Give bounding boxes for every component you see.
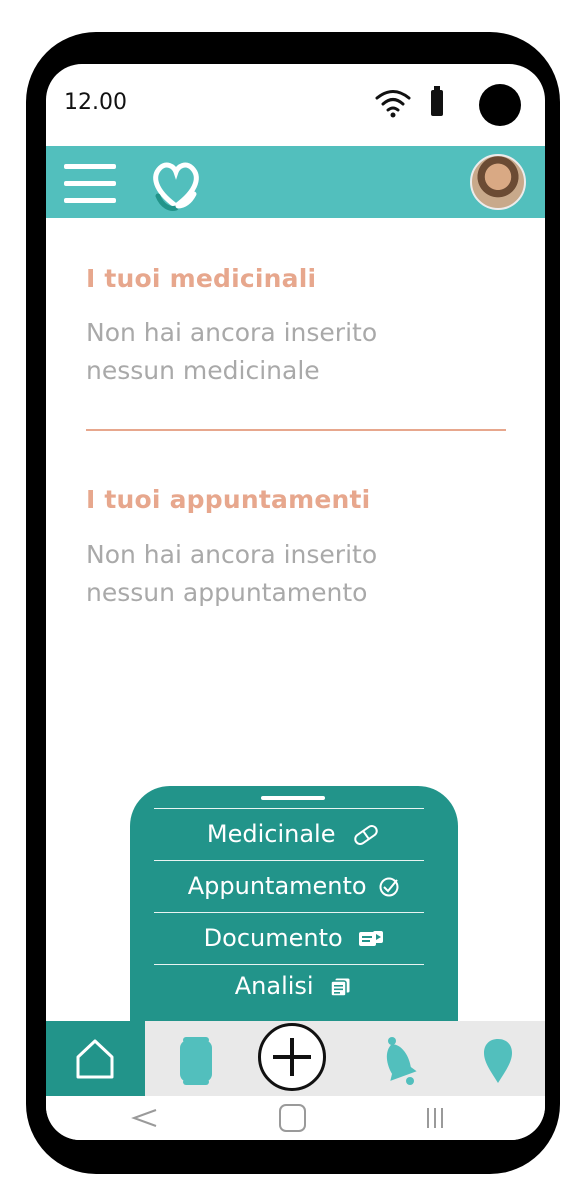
analysis-icon (330, 977, 351, 997)
add-analysis-item[interactable]: Analisi (130, 972, 458, 1000)
bell-icon (386, 1037, 417, 1085)
system-nav-bar (46, 1096, 545, 1140)
pill-icon (354, 824, 378, 846)
add-document-item[interactable]: Documento (130, 924, 458, 952)
tab-notifications[interactable] (368, 1021, 428, 1096)
tab-home[interactable] (46, 1021, 145, 1096)
status-bar: 12.00 (46, 64, 545, 146)
add-document-label: Documento (203, 924, 343, 952)
add-appointment-label: Appuntamento (187, 872, 367, 900)
chevron-left-icon (131, 1109, 157, 1127)
add-medicine-item[interactable]: Medicinale (130, 820, 458, 848)
add-menu-panel: Medicinale Appuntamento Documento Analis… (130, 786, 458, 1026)
nav-home-button[interactable] (276, 1100, 310, 1136)
app-screen: 12.00 I tuoi medicinali Non hai ancora i… (46, 64, 545, 1140)
battery-icon (431, 86, 443, 116)
wifi-icon (375, 90, 411, 118)
medicines-empty-text: Non hai ancora inserito nessun medicinal… (86, 314, 466, 390)
section-divider (86, 429, 506, 431)
app-header (46, 146, 545, 218)
panel-divider (154, 860, 424, 861)
medicines-empty-line1: Non hai ancora inserito (86, 318, 378, 347)
appointments-empty-line2: nessun appuntamento (86, 578, 368, 607)
tab-medicines[interactable] (166, 1021, 226, 1096)
recents-icon (427, 1108, 443, 1128)
nav-recents-button[interactable] (420, 1100, 450, 1136)
panel-divider (154, 808, 424, 809)
check-circle-icon (379, 877, 399, 897)
panel-divider (154, 964, 424, 965)
medicine-box-icon (180, 1037, 212, 1085)
location-icon (484, 1039, 512, 1083)
add-analysis-label: Analisi (234, 972, 314, 1000)
panel-divider (154, 912, 424, 913)
tab-add[interactable] (258, 1023, 326, 1091)
nav-back-button[interactable] (130, 1100, 160, 1136)
bottom-tab-bar (46, 1021, 545, 1096)
panel-drag-handle[interactable] (261, 796, 325, 800)
add-medicine-label: Medicinale (206, 820, 336, 848)
tab-location[interactable] (468, 1021, 528, 1096)
add-appointment-item[interactable]: Appuntamento (130, 872, 458, 900)
status-time: 12.00 (64, 90, 127, 115)
square-icon (279, 1104, 306, 1132)
medicines-title: I tuoi medicinali (86, 264, 317, 293)
appointments-empty-text: Non hai ancora inserito nessun appuntame… (86, 536, 466, 612)
front-camera (479, 84, 521, 126)
user-avatar[interactable] (470, 154, 526, 210)
home-icon (76, 1039, 114, 1079)
logo-icon (153, 162, 199, 211)
add-icon (273, 1038, 311, 1076)
appointments-empty-line1: Non hai ancora inserito (86, 540, 378, 569)
appointments-title: I tuoi appuntamenti (86, 485, 371, 514)
hamburger-menu-icon[interactable] (64, 162, 116, 206)
medicines-empty-line2: nessun medicinale (86, 356, 320, 385)
document-icon (359, 931, 384, 946)
